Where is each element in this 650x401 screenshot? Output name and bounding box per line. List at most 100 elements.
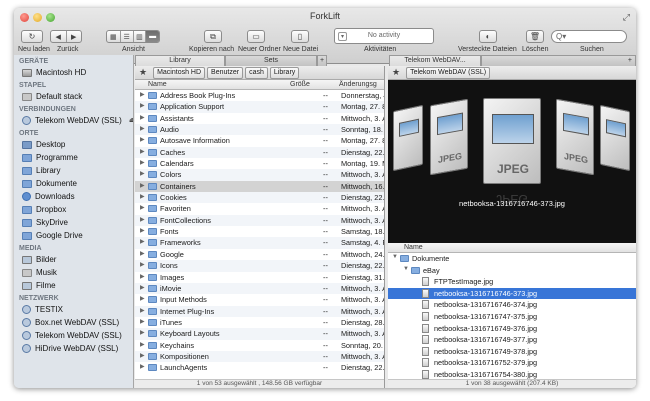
disclosure-triangle-icon[interactable]: ▶ bbox=[140, 148, 145, 155]
sidebar-item[interactable]: TESTIX bbox=[14, 303, 133, 316]
delete-button[interactable]: 🗑 bbox=[526, 30, 544, 43]
table-row[interactable]: ▶ FontCollections -- Mittwoch, 3. A bbox=[135, 214, 384, 227]
disclosure-triangle-icon[interactable]: ▼ bbox=[392, 254, 398, 260]
disclosure-triangle-icon[interactable]: ▶ bbox=[140, 329, 145, 336]
table-row[interactable]: ▶ Colors -- Mittwoch, 3. A bbox=[135, 169, 384, 181]
sidebar-item[interactable]: Google Drive bbox=[14, 229, 133, 242]
disclosure-triangle-icon[interactable]: ▶ bbox=[140, 295, 145, 302]
sidebar-item[interactable]: Filme bbox=[14, 279, 133, 292]
sidebar-item[interactable]: Dokumente bbox=[14, 177, 133, 190]
disclosure-triangle-icon[interactable]: ▶ bbox=[140, 182, 145, 189]
disclosure-triangle-icon[interactable]: ▶ bbox=[140, 204, 145, 211]
column-date[interactable]: Änderungsg bbox=[339, 81, 377, 88]
search-input[interactable]: Q▾ bbox=[551, 30, 627, 43]
tab-sets[interactable]: Sets bbox=[225, 55, 317, 66]
disclosure-triangle-icon[interactable]: ▶ bbox=[140, 136, 145, 143]
sidebar-item[interactable]: Library bbox=[14, 164, 133, 177]
favorite-star-icon[interactable]: ★ bbox=[139, 67, 147, 78]
disclosure-triangle-icon[interactable]: ▶ bbox=[140, 91, 145, 98]
breadcrumb-item[interactable]: cash bbox=[245, 66, 268, 79]
activity-display[interactable]: ▾ No activity bbox=[334, 28, 434, 44]
disclosure-triangle-icon[interactable]: ▶ bbox=[140, 170, 145, 177]
disclosure-triangle-icon[interactable]: ▶ bbox=[140, 193, 145, 200]
table-row[interactable]: ▶ Images -- Dienstag, 31. bbox=[135, 272, 384, 283]
sidebar-item[interactable]: Default stack bbox=[14, 90, 133, 103]
sidebar-item[interactable]: SkyDrive bbox=[14, 216, 133, 229]
table-row[interactable]: ▶ Fonts -- Samstag, 18. bbox=[135, 226, 384, 237]
disclosure-triangle-icon[interactable]: ▶ bbox=[140, 227, 145, 234]
table-row[interactable]: ▶ Assistants -- Mittwoch, 3. A bbox=[135, 113, 384, 124]
sidebar-item[interactable]: Desktop bbox=[14, 138, 133, 151]
coverflow-preview[interactable]: JPEG JPEG JPEG JPEG netbooksa-1316716746… bbox=[388, 80, 636, 243]
list-item[interactable]: netbooksa-1316716746-374.jpg bbox=[388, 299, 636, 311]
table-row[interactable]: ▶ Kompositionen -- Mittwoch, 3. A bbox=[135, 350, 384, 363]
tab-telekom-webdav[interactable]: Telekom WebDAV... bbox=[389, 55, 481, 66]
table-row[interactable]: ▶ Application Support -- Montag, 27. 8 bbox=[135, 101, 384, 113]
column-size[interactable]: Größe bbox=[290, 81, 310, 88]
table-row[interactable]: ▶ Calendars -- Montag, 19. M bbox=[135, 158, 384, 169]
table-row[interactable]: ▶ Frameworks -- Samstag, 4. F bbox=[135, 237, 384, 249]
breadcrumb-item[interactable]: Library bbox=[269, 66, 300, 79]
table-row[interactable]: ▶ LaunchAgents -- Dienstag, 22. bbox=[135, 362, 384, 373]
add-left-tab-button[interactable]: + bbox=[317, 55, 327, 66]
table-row[interactable]: ▶ iTunes -- Dienstag, 28. bbox=[135, 317, 384, 328]
disclosure-triangle-icon[interactable]: ▶ bbox=[140, 250, 145, 257]
table-row[interactable]: ▶ Audio -- Sonntag, 18. I bbox=[135, 124, 384, 136]
table-row[interactable]: ▶ Google -- Mittwoch, 24. bbox=[135, 249, 384, 260]
tab-library[interactable]: Library bbox=[135, 55, 225, 66]
add-right-tab-button[interactable]: + bbox=[481, 55, 636, 66]
disclosure-triangle-icon[interactable]: ▶ bbox=[140, 125, 145, 132]
column-name[interactable]: Name bbox=[148, 81, 167, 88]
hidden-files-button[interactable]: ◐ bbox=[479, 30, 497, 43]
disclosure-triangle-icon[interactable]: ▶ bbox=[140, 363, 145, 370]
list-item[interactable]: ▼ eBay bbox=[388, 265, 636, 277]
breadcrumb-item[interactable]: Benutzer bbox=[207, 66, 244, 79]
disclosure-triangle-icon[interactable]: ▶ bbox=[140, 114, 145, 121]
list-item[interactable]: FTPTestImage.jpg bbox=[388, 276, 636, 288]
disclosure-triangle-icon[interactable]: ▶ bbox=[140, 159, 145, 166]
reload-button[interactable]: ↻ bbox=[21, 30, 43, 43]
table-row[interactable]: ▶ Address Book Plug-Ins -- Donnerstag, 4 bbox=[135, 90, 384, 101]
copy-to-button[interactable]: ⧉ bbox=[204, 30, 222, 43]
coverflow-view-icon[interactable]: ▬ bbox=[146, 31, 159, 42]
disclosure-triangle-icon[interactable]: ▶ bbox=[140, 238, 145, 245]
icon-view-icon[interactable]: ▦ bbox=[107, 31, 121, 42]
sidebar-item[interactable]: HiDrive WebDAV (SSL) bbox=[14, 342, 133, 355]
forward-arrow-icon[interactable]: ▶ bbox=[67, 31, 82, 42]
list-item[interactable]: netbooksa-1316716749-378.jpg bbox=[388, 346, 636, 358]
table-row[interactable]: ▶ Icons -- Dienstag, 22. bbox=[135, 260, 384, 272]
connection-crumb[interactable]: Telekom WebDAV (SSL) bbox=[406, 66, 491, 79]
column-view-icon[interactable]: ▥ bbox=[134, 31, 147, 42]
sidebar-item[interactable]: Downloads bbox=[14, 190, 133, 203]
back-arrow-icon[interactable]: ◀ bbox=[51, 31, 67, 42]
sidebar-item[interactable]: Telekom WebDAV (SSL) bbox=[14, 329, 133, 342]
table-row[interactable]: ▶ Cookies -- Dienstag, 22. bbox=[135, 192, 384, 204]
disclosure-triangle-icon[interactable]: ▶ bbox=[140, 273, 145, 280]
table-row[interactable]: ▶ Autosave Information -- Montag, 27. 8 bbox=[135, 135, 384, 146]
table-row[interactable]: ▶ Containers -- Mittwoch, 16. bbox=[135, 180, 384, 193]
disclosure-triangle-icon[interactable]: ▶ bbox=[140, 341, 145, 348]
disclosure-triangle-icon[interactable]: ▶ bbox=[140, 261, 145, 268]
sidebar-item[interactable]: Box.net WebDAV (SSL) bbox=[14, 316, 133, 329]
disclosure-triangle-icon[interactable]: ▶ bbox=[140, 284, 145, 291]
table-row[interactable]: ▶ Keyboard Layouts -- Mittwoch, 3. A bbox=[135, 328, 384, 340]
disclosure-triangle-icon[interactable]: ▶ bbox=[140, 352, 145, 359]
list-item[interactable]: netbooksa-1316716747-375.jpg bbox=[388, 311, 636, 323]
new-file-button[interactable]: ▯ bbox=[291, 30, 309, 43]
sidebar-item[interactable]: Bilder bbox=[14, 253, 133, 266]
list-item[interactable]: netbooksa-1316716752-379.jpg bbox=[388, 357, 636, 369]
sidebar-item[interactable]: Musik bbox=[14, 266, 133, 279]
table-row[interactable]: ▶ Input Methods -- Mittwoch, 3. A bbox=[135, 294, 384, 305]
disclosure-triangle-icon[interactable]: ▶ bbox=[140, 216, 145, 223]
table-row[interactable]: ▶ iMovie -- Mittwoch, 3. A bbox=[135, 282, 384, 295]
list-item[interactable]: netbooksa-1316716749-376.jpg bbox=[388, 323, 636, 335]
fullscreen-icon[interactable]: ⤢ bbox=[623, 12, 630, 23]
disclosure-triangle-icon[interactable]: ▶ bbox=[140, 102, 145, 109]
favorite-star-icon[interactable]: ★ bbox=[392, 67, 400, 78]
breadcrumb-item[interactable]: Macintosh HD bbox=[153, 66, 206, 79]
disclosure-triangle-icon[interactable]: ▶ bbox=[140, 307, 145, 314]
new-folder-button[interactable]: ▭ bbox=[247, 30, 265, 43]
sidebar-item[interactable]: Telekom WebDAV (SSL) ⏏ bbox=[14, 114, 133, 127]
sidebar-item[interactable]: Dropbox bbox=[14, 203, 133, 216]
table-row[interactable]: ▶ Internet Plug-Ins -- Mittwoch, 3. A bbox=[135, 305, 384, 317]
